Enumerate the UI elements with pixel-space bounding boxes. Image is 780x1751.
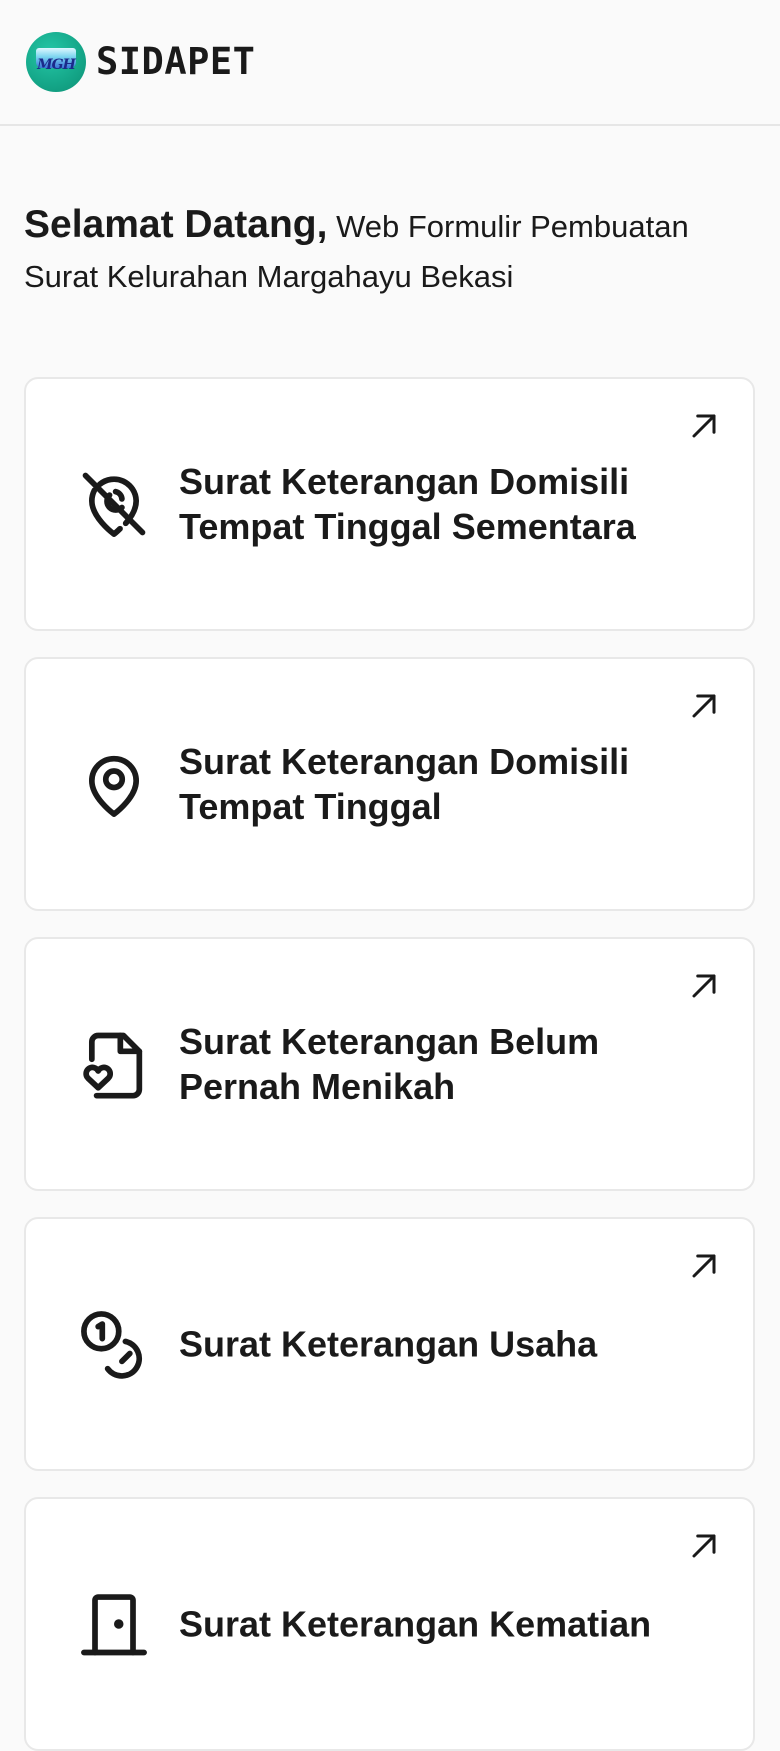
door-icon [81,1594,147,1656]
card-belum-menikah[interactable]: Surat Keterangan Belum Pernah Menikah [24,937,755,1191]
app-title: SIDAPET [96,40,256,83]
arrow-up-right-icon [692,694,716,718]
arrow-up-right-icon [692,974,716,998]
map-pin-off-icon [82,472,146,537]
card-label: Surat Keterangan Usaha [179,1323,598,1365]
card-kematian[interactable]: Surat Keterangan Kematian [24,1497,755,1751]
card-label: Surat Keterangan Kematian [179,1603,652,1645]
map-pin-icon [88,755,140,817]
card-usaha[interactable]: Surat Keterangan Usaha [24,1217,755,1471]
welcome-heading: Selamat Datang, [24,203,328,246]
card-domisili[interactable]: Surat Keterangan Domisili Tempat Tinggal [24,657,755,911]
arrow-up-right-icon [692,1534,716,1558]
mgh-logo-icon[interactable]: MGH [26,32,86,92]
logo-text: MGH [37,57,76,73]
arrow-up-right-icon [692,414,716,438]
app-header: MGH SIDAPET [0,0,780,126]
card-label: Surat Keterangan Domisili Tempat Tinggal… [179,461,636,547]
card-domisili-sementara[interactable]: Surat Keterangan Domisili Tempat Tinggal… [24,377,755,631]
welcome-message: Selamat Datang, Web Formulir Pembuatan S… [24,200,744,302]
card-label: Surat Keterangan Domisili Tempat Tinggal [179,741,630,827]
coins-icon [81,1311,143,1379]
arrow-up-right-icon [692,1254,716,1278]
card-label: Surat Keterangan Belum Pernah Menikah [179,1021,600,1107]
file-heart-icon [83,1032,143,1099]
